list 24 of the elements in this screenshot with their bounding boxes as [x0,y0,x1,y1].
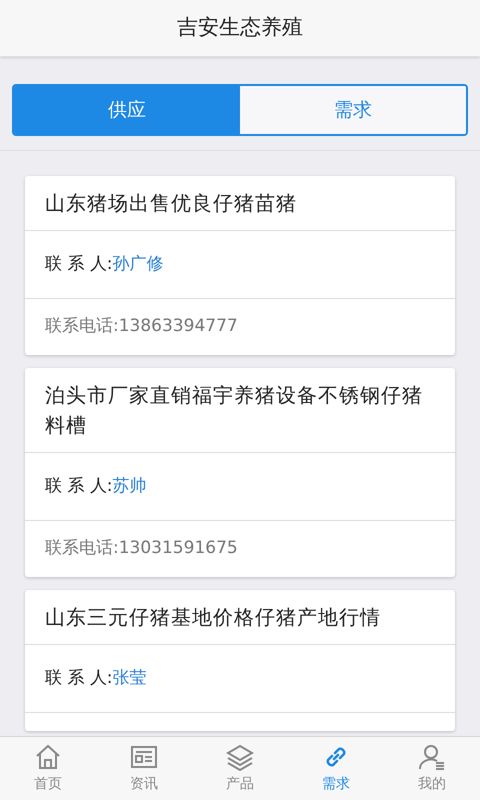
nav-tab[interactable]: 产品 [192,737,288,800]
contact-phone: 联系电话:13863394777 [45,315,238,338]
segment-tab[interactable]: 需求 [240,86,466,134]
segment-tab[interactable]: 供应 [14,86,240,134]
contact-label: 联 系 人: [45,666,113,690]
contact-name: 张莹 [112,666,147,690]
contact-name: 苏帅 [112,474,147,498]
layers-icon [225,742,255,772]
contact-label: 联 系 人: [45,252,113,276]
nav-tab[interactable]: 需求 [288,737,384,800]
nav-tab[interactable]: 我的 [384,737,480,800]
listing-title: 山东三元仔猪基地价格仔猪产地行情 [45,605,381,629]
listing-title: 泊头市厂家直销福宇养猪设备不锈钢仔猪料槽 [45,383,423,437]
page-title: 吉安生态养殖 [177,14,303,42]
nav-tab[interactable]: 首页 [0,737,96,800]
contact-name: 孙广修 [112,252,164,276]
listing-card[interactable]: 山东猪场出售优良仔猪苗猪 联 系 人:孙广修 联系电话:13863394777 [25,176,455,355]
contact-phone: 联系电话:13031591675 [45,537,238,560]
listing-title: 山东猪场出售优良仔猪苗猪 [45,191,297,215]
nav-tab[interactable]: 资讯 [96,737,192,800]
listing-card[interactable]: 山东三元仔猪基地价格仔猪产地行情 联 系 人:张莹 [25,590,455,731]
contact-label: 联 系 人: [45,474,113,498]
listing-card[interactable]: 泊头市厂家直销福宇养猪设备不锈钢仔猪料槽 联 系 人:苏帅 联系电话:13031591675 [25,368,455,577]
user-icon [417,742,447,772]
